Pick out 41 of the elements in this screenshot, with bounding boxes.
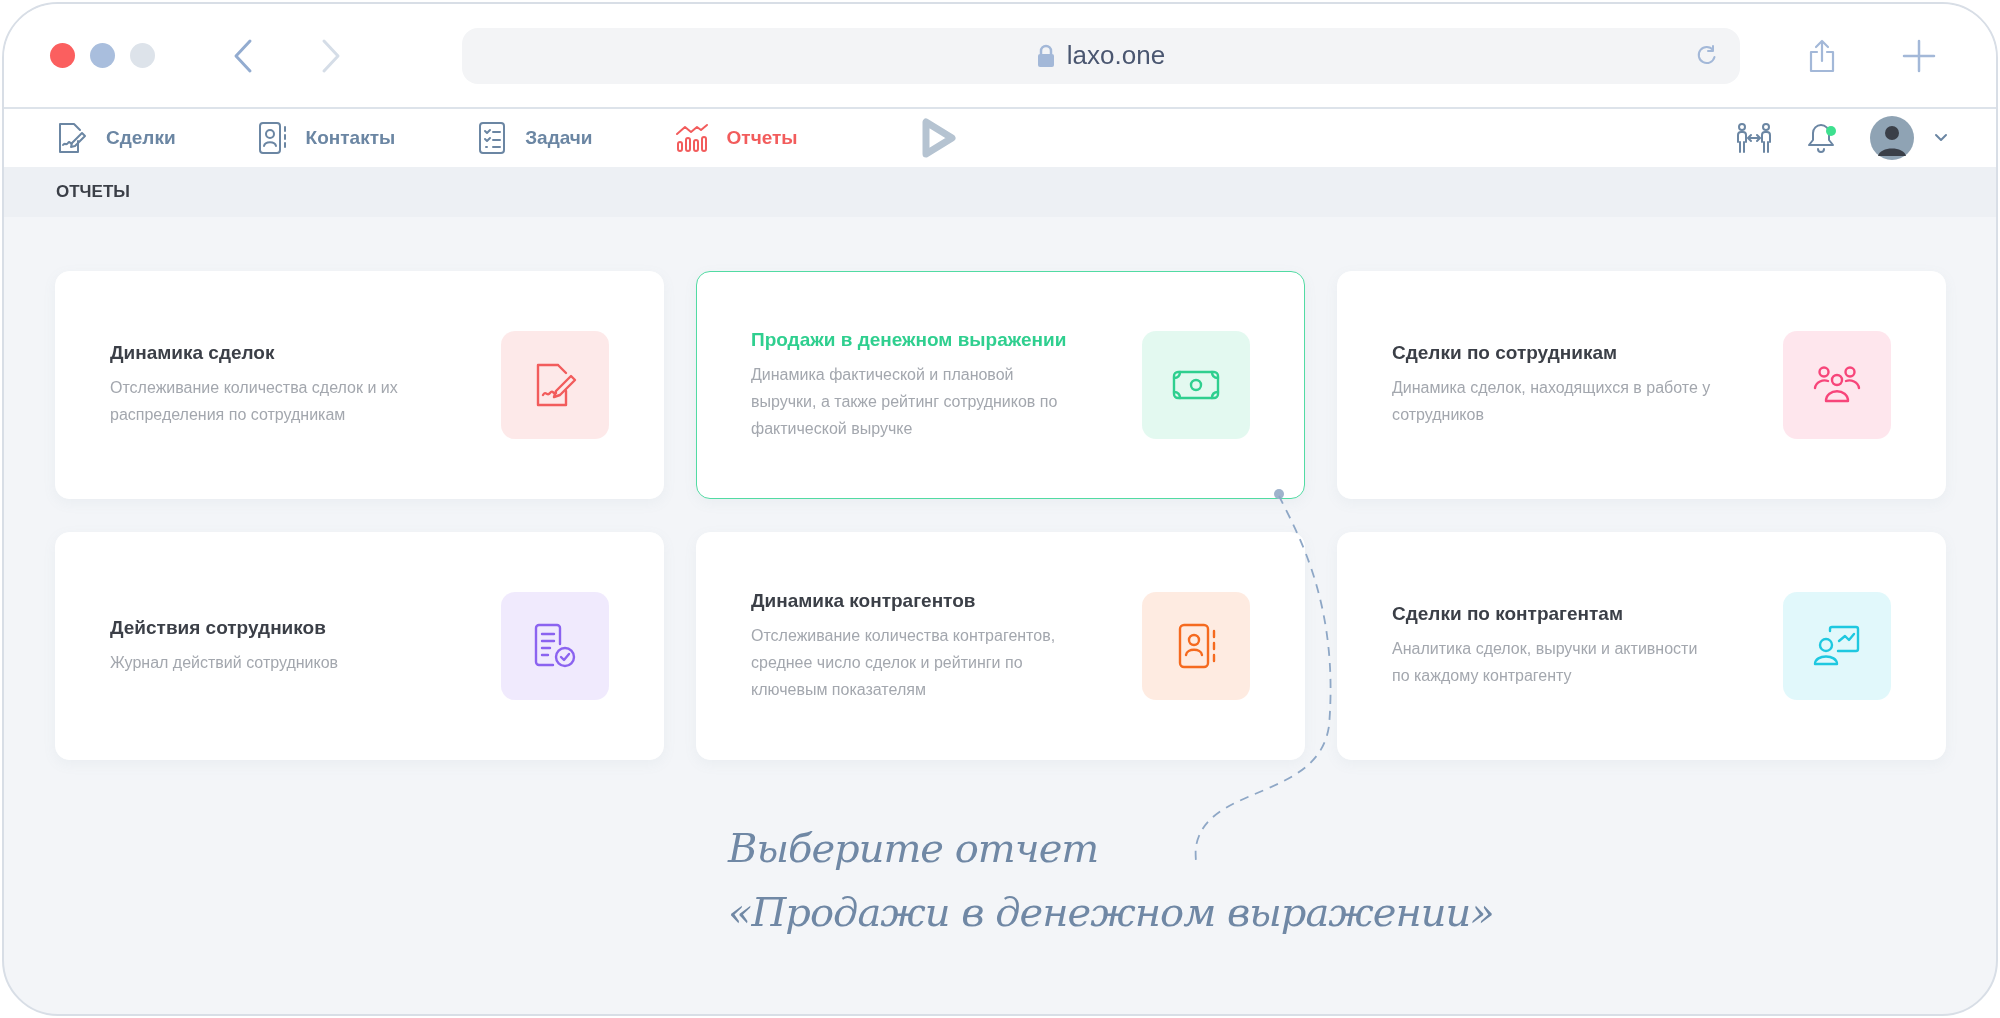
report-card[interactable]: Динамика сделок Отслеживание количества сделок и их распределения по сотрудникам [55,271,664,499]
share-icon[interactable] [1808,38,1836,73]
minimize-window-button[interactable] [90,43,115,68]
reload-icon[interactable] [1696,44,1718,67]
card-description: Динамика сделок, находящихся в работе у сотрудников [1392,378,1712,425]
back-icon[interactable] [232,37,254,74]
card-title: Действия сотрудников [110,616,327,639]
card-description: Отслеживание количества сделок и их распределения по сотрудникам [110,378,399,425]
card-title: Динамика сделок [110,342,276,364]
card-description: Аналитика сделок, выручки и активности по каждому контрагенту [1392,639,1699,686]
chart-icon [674,122,709,154]
bell-icon [1806,122,1836,154]
checklist-icon [477,121,508,155]
chevron-down-icon[interactable] [1934,133,1948,143]
card-description: Динамика фактической и плановой выручки, а также рейтинг сотрудников по фактической выручке [751,364,1059,439]
lock-icon [1036,43,1055,68]
notification-button[interactable] [1806,122,1836,154]
report-card[interactable]: Сделки по сотрудникам Динамика сделок, находящихся в работе у сотрудников [1337,271,1946,499]
handwritten-note: Выберите отчет [728,824,1100,873]
card-title: Сделки по сотрудникам [1392,342,1619,364]
card-description: Журнал действий сотрудников [110,652,340,673]
report-card[interactable]: Действия сотрудников Журнал действий сотрудников [55,532,664,760]
report-card[interactable]: Сделки по контрагентам Аналитика сделок, выручки и активности по каждому контрагенту [1337,532,1946,760]
handwritten-note: «Продажи в денежном выражении» [728,888,1495,937]
people-exchange-icon[interactable] [1736,122,1772,154]
plus-icon[interactable] [1902,38,1936,73]
page-title: ОТЧЕТЫ [56,182,130,202]
nav-tab[interactable]: Сделки [54,121,176,155]
forward-icon[interactable] [320,37,342,74]
report-card[interactable]: Динамика контрагентов Отслеживание количества контрагентов, среднее число сделок и рейтинги по ключевым показателям [696,532,1305,760]
card-title: Сделки по контрагентам [1392,603,1624,625]
avatar[interactable] [1870,116,1914,160]
contact-book-icon [257,121,288,155]
nav-tab[interactable]: Задачи [477,121,593,155]
card-description: Отслеживание количества контрагентов, среднее число сделок и рейтинги по ключевым показателям [751,625,1057,700]
address-bar[interactable]: laxo.one [462,27,1740,84]
card-title: Динамика контрагентов [751,589,977,612]
maximize-window-button[interactable] [130,43,155,68]
close-window-button[interactable] [50,43,75,68]
card-title: Продажи в денежном выражении [751,328,1068,351]
nav-tab[interactable]: Контакты [257,121,396,155]
